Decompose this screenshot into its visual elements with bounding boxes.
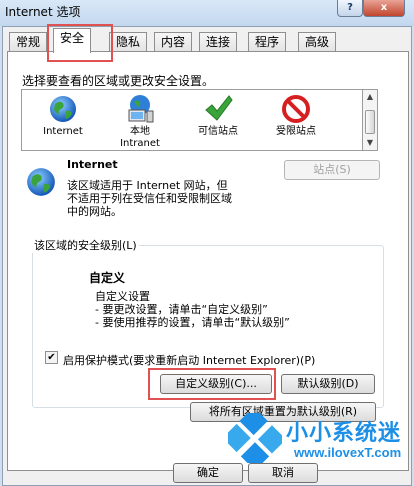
zone-name: Internet: [67, 158, 118, 171]
zone-description-line-3: 中的网站。: [67, 205, 122, 218]
scroll-up-icon[interactable]: ▲: [363, 90, 377, 104]
intranet-computer-icon: [128, 95, 154, 123]
zone-label: 受限站点: [276, 126, 316, 137]
security-level-line-3: - 要使用推荐的设置，请单击“默认级别”: [95, 316, 290, 329]
zone-restricted-sites[interactable]: 受限站点: [260, 94, 332, 138]
zone-label: 可信站点: [198, 126, 238, 137]
zone-description-line-1: 该区域适用于 Internet 网站，但: [67, 179, 228, 192]
zone-list: Internet 本地 Intranet 可信站点 受限站点: [21, 89, 363, 151]
checkmark-icon: [205, 95, 233, 121]
custom-level-button[interactable]: 自定义级别(C)...: [160, 374, 272, 394]
internet-globe-icon: [50, 96, 76, 122]
zone-label: 本地 Intranet: [120, 126, 160, 149]
zone-description-line-2: 不适用于列在受信任和受限制区域: [67, 192, 232, 205]
protected-mode-label: 启用保护模式(要求重新启动 Internet Explorer)(P): [63, 354, 316, 367]
protected-mode-checkbox[interactable]: ✔: [45, 351, 58, 364]
default-level-button[interactable]: 默认级别(D): [281, 374, 375, 394]
zone-trusted-sites[interactable]: 可信站点: [182, 94, 254, 138]
zone-scrollbar[interactable]: ▲ ▼: [362, 89, 378, 151]
scroll-thumb[interactable]: [365, 110, 375, 134]
reset-all-zones-button[interactable]: 将所有区域重置为默认级别(R): [190, 402, 376, 422]
security-level-name: 自定义: [89, 271, 126, 285]
internet-globe-icon: [27, 168, 55, 196]
restricted-no-icon: [282, 95, 310, 123]
zone-label: Internet: [43, 126, 83, 137]
scroll-down-icon[interactable]: ▼: [363, 136, 377, 150]
zone-local-intranet[interactable]: 本地 Intranet: [104, 94, 176, 150]
ok-button[interactable]: 确定: [173, 463, 243, 483]
security-level-group-title: 该区域的安全级别(L): [32, 237, 139, 253]
sites-button[interactable]: 站点(S): [284, 160, 380, 180]
zone-internet[interactable]: Internet: [27, 94, 99, 138]
cancel-button[interactable]: 取消: [248, 463, 318, 483]
zone-prompt: 选择要查看的区域或更改安全设置。: [22, 74, 215, 88]
